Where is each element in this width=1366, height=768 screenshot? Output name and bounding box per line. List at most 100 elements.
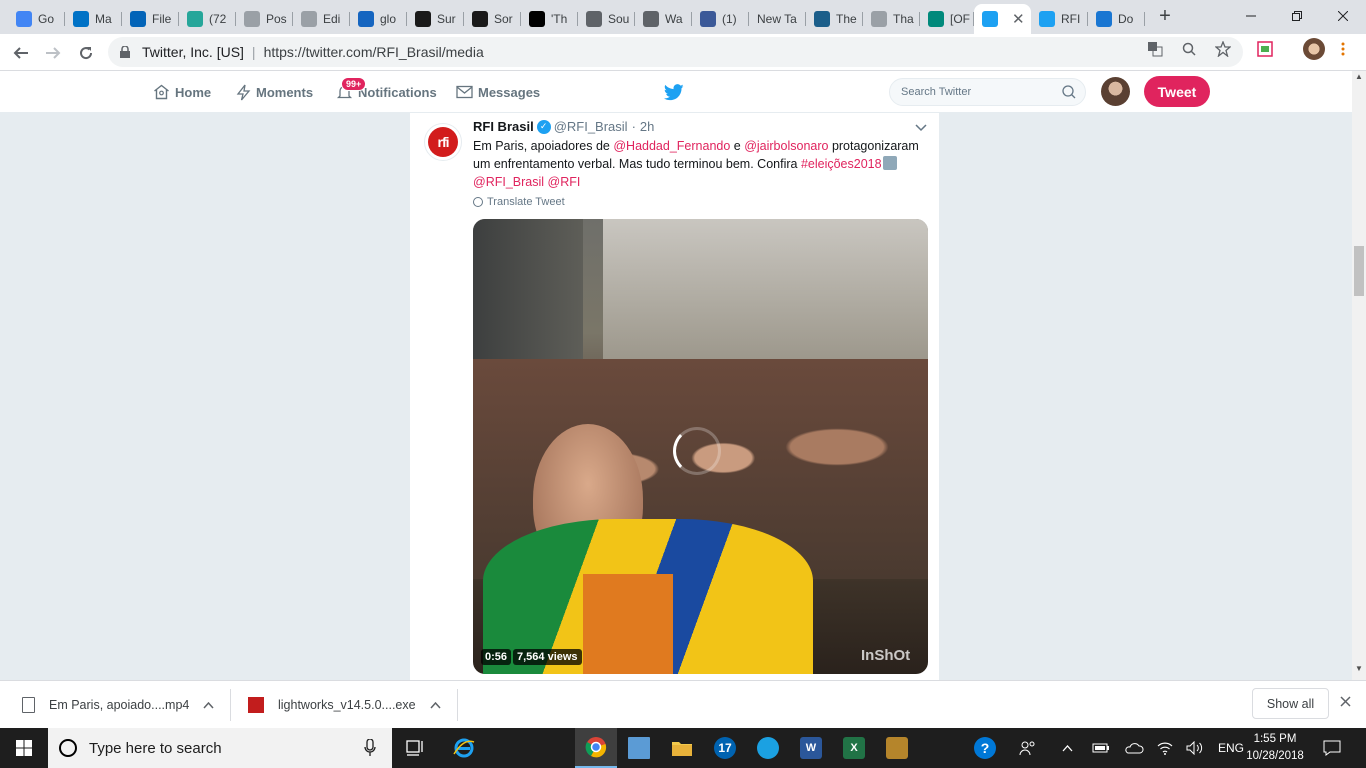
hashtag-link[interactable]: #eleições2018 bbox=[801, 157, 882, 171]
mention-link[interactable]: @RFI bbox=[548, 175, 581, 189]
taskbar-search-box[interactable]: Type here to search bbox=[48, 728, 392, 768]
menu-kebab-icon[interactable] bbox=[1334, 40, 1352, 58]
file-explorer-icon[interactable] bbox=[661, 728, 703, 768]
browser-tab[interactable]: RFI bbox=[1031, 4, 1088, 34]
internet-explorer-icon[interactable] bbox=[443, 728, 485, 768]
tweet-text-part: e bbox=[730, 139, 745, 153]
scroll-up-arrow-icon[interactable]: ▲ bbox=[1352, 72, 1366, 84]
excel-icon[interactable]: X bbox=[833, 728, 875, 768]
browser-tab[interactable]: Sur bbox=[407, 4, 464, 34]
restore-button[interactable] bbox=[1274, 0, 1320, 32]
language-indicator[interactable]: ENG bbox=[1218, 728, 1244, 768]
search-icon[interactable] bbox=[1062, 85, 1076, 99]
chrome-taskbar-icon[interactable] bbox=[575, 728, 617, 768]
browser-tab[interactable]: The bbox=[806, 4, 863, 34]
chevron-up-icon[interactable] bbox=[203, 698, 214, 712]
chevron-up-icon[interactable] bbox=[430, 698, 441, 712]
browser-tab[interactable]: File bbox=[122, 4, 179, 34]
reload-button[interactable] bbox=[74, 41, 98, 65]
browser-tab[interactable]: Tha bbox=[863, 4, 920, 34]
nav-home[interactable]: Home bbox=[153, 71, 211, 113]
browser-tab[interactable]: Edi bbox=[293, 4, 350, 34]
s-black-icon bbox=[472, 11, 488, 27]
g-blue-icon bbox=[358, 11, 374, 27]
profile-avatar-icon[interactable] bbox=[1303, 38, 1325, 60]
forward-button[interactable] bbox=[41, 41, 65, 65]
people-icon[interactable] bbox=[1019, 728, 1037, 768]
close-window-button[interactable] bbox=[1320, 0, 1366, 32]
download-item[interactable]: lightworks_v14.5.0....exe bbox=[248, 681, 441, 729]
bookmark-star-icon[interactable] bbox=[1214, 40, 1232, 58]
tweet-button[interactable]: Tweet bbox=[1144, 76, 1210, 107]
nav-moments[interactable]: Moments bbox=[236, 71, 313, 113]
browser-tab[interactable]: ✕ bbox=[974, 4, 1031, 34]
user-avatar[interactable] bbox=[1101, 77, 1130, 106]
browser-tab[interactable]: glo bbox=[350, 4, 407, 34]
browser-tab[interactable]: Ma bbox=[65, 4, 122, 34]
twitter-search-input[interactable]: Search Twitter bbox=[889, 78, 1086, 106]
browser-tab[interactable]: Sor bbox=[464, 4, 521, 34]
translate-page-icon[interactable] bbox=[1146, 40, 1164, 58]
address-bar[interactable]: Twitter, Inc. [US] | https://twitter.com… bbox=[108, 37, 1243, 67]
video-duration: 0:56 bbox=[481, 649, 512, 665]
account-handle[interactable]: @RFI_Brasil bbox=[554, 119, 628, 134]
minimize-button[interactable] bbox=[1228, 0, 1274, 32]
page-scrollbar[interactable] bbox=[1352, 71, 1366, 680]
archive-app-icon[interactable] bbox=[876, 728, 918, 768]
chevron-down-icon[interactable] bbox=[915, 121, 927, 135]
mention-link[interactable]: @Haddad_Fernando bbox=[613, 139, 730, 153]
start-button[interactable] bbox=[0, 728, 48, 768]
mention-link[interactable]: @jairbolsonaro bbox=[744, 139, 828, 153]
downloads-bar: Em Paris, apoiado....mp4 lightworks_v14.… bbox=[0, 680, 1366, 728]
microphone-icon[interactable] bbox=[364, 739, 376, 757]
browser-tab[interactable]: (1) bbox=[692, 4, 749, 34]
globe-icon bbox=[643, 11, 659, 27]
rfi-avatar[interactable]: rfi bbox=[424, 123, 462, 161]
browser-tab[interactable]: [OF bbox=[920, 4, 974, 34]
wifi-icon[interactable] bbox=[1157, 728, 1173, 768]
volume-icon[interactable] bbox=[1186, 728, 1204, 768]
tray-chevron-up-icon[interactable] bbox=[1062, 728, 1073, 768]
clock-time: 1:55 PM bbox=[1253, 733, 1297, 745]
close-downloads-icon[interactable] bbox=[1340, 694, 1351, 712]
extension-icon[interactable] bbox=[1256, 40, 1274, 58]
action-center-icon[interactable] bbox=[1323, 728, 1341, 768]
browser-tab[interactable]: Go bbox=[8, 4, 65, 34]
translate-tweet-link[interactable]: Translate Tweet bbox=[473, 196, 565, 208]
mention-link[interactable]: @RFI_Brasil bbox=[473, 175, 544, 189]
battery-icon[interactable] bbox=[1092, 728, 1110, 768]
onedrive-cloud-icon[interactable] bbox=[1124, 728, 1144, 768]
task-view-icon[interactable] bbox=[395, 728, 437, 768]
browser-tab[interactable]: Sou bbox=[578, 4, 635, 34]
github-icon bbox=[1096, 11, 1112, 27]
tr-icon bbox=[814, 11, 830, 27]
video-watermark: InShOt bbox=[861, 647, 911, 664]
show-all-downloads-button[interactable]: Show all bbox=[1252, 688, 1329, 719]
back-button[interactable] bbox=[9, 41, 33, 65]
new-tab-button[interactable]: + bbox=[1155, 6, 1175, 28]
calendar-17-icon[interactable]: 17 bbox=[704, 728, 746, 768]
help-icon[interactable]: ? bbox=[964, 728, 1006, 768]
browser-tab[interactable]: Do bbox=[1088, 4, 1145, 34]
close-tab-icon[interactable]: ✕ bbox=[1012, 10, 1025, 28]
scroll-down-arrow-icon[interactable]: ▼ bbox=[1352, 664, 1366, 676]
browser-tab[interactable]: Wa bbox=[635, 4, 692, 34]
search-placeholder: Search Twitter bbox=[901, 86, 972, 98]
browser-tab[interactable]: New Ta bbox=[749, 4, 806, 34]
twitter-bird-logo-icon[interactable] bbox=[664, 84, 684, 101]
word-icon[interactable]: W bbox=[790, 728, 832, 768]
download-item[interactable]: Em Paris, apoiado....mp4 bbox=[22, 681, 214, 729]
tweet-timestamp[interactable]: 2h bbox=[640, 119, 654, 134]
scrollbar-thumb[interactable] bbox=[1354, 246, 1364, 296]
nav-messages[interactable]: Messages bbox=[456, 71, 540, 113]
browser-tab[interactable]: 'Th bbox=[521, 4, 578, 34]
photos-taskbar-icon[interactable] bbox=[618, 728, 660, 768]
browser-tab[interactable]: Pos bbox=[236, 4, 293, 34]
browser-tab[interactable]: (72 bbox=[179, 4, 236, 34]
header-dot: · bbox=[631, 119, 636, 134]
zoom-icon[interactable] bbox=[1180, 40, 1198, 58]
taskbar-clock[interactable]: 1:55 PM 10/28/2018 bbox=[1243, 731, 1307, 765]
video-player[interactable]: 0:56 7,564 views InShOt bbox=[473, 219, 928, 674]
globe-app-icon[interactable] bbox=[747, 728, 789, 768]
account-name[interactable]: RFI Brasil bbox=[473, 119, 534, 134]
